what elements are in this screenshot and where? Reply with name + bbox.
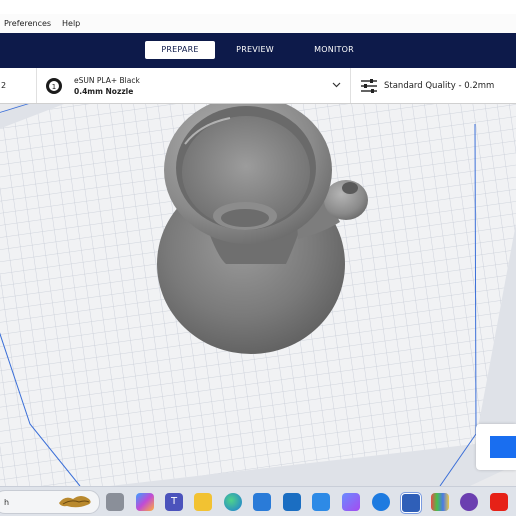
store-icon[interactable] bbox=[253, 493, 271, 511]
title-strip bbox=[0, 0, 516, 14]
purple-app-icon[interactable] bbox=[460, 493, 478, 511]
menu-help[interactable]: Help bbox=[62, 19, 80, 28]
tab-prepare[interactable]: PREPARE bbox=[145, 41, 215, 59]
sliders-icon bbox=[361, 79, 377, 93]
settings-bar: 2 1 eSUN PLA+ Black 0.4mm Nozzle Standar… bbox=[0, 68, 516, 104]
slice-button[interactable] bbox=[490, 436, 516, 458]
material-selector[interactable]: 1 eSUN PLA+ Black 0.4mm Nozzle bbox=[37, 68, 349, 103]
build-plate bbox=[0, 104, 516, 486]
stage-header: PREPARE PREVIEW MONITOR bbox=[0, 33, 516, 68]
app-icon[interactable] bbox=[342, 493, 360, 511]
action-panel bbox=[476, 424, 516, 470]
file-explorer-icon[interactable] bbox=[106, 493, 124, 511]
tab-monitor[interactable]: MONITOR bbox=[300, 41, 368, 59]
copilot-icon[interactable] bbox=[136, 493, 154, 511]
azure-data-studio-icon[interactable] bbox=[312, 493, 330, 511]
teams-icon[interactable]: T bbox=[165, 493, 183, 511]
color-app-icon[interactable] bbox=[431, 493, 449, 511]
mail-icon[interactable] bbox=[283, 493, 301, 511]
extruder-icon: 1 bbox=[46, 78, 62, 94]
quality-profile: Standard Quality - 0.2mm bbox=[384, 81, 495, 91]
youtube-icon[interactable] bbox=[490, 493, 508, 511]
taskbar-search-box[interactable]: h bbox=[0, 490, 100, 514]
windows-taskbar: h T bbox=[0, 486, 516, 516]
chevron-down-icon bbox=[332, 82, 341, 88]
print-settings-button[interactable]: Standard Quality - 0.2mm bbox=[351, 68, 516, 103]
search-highlight-icon bbox=[59, 496, 91, 508]
material-name: eSUN PLA+ Black bbox=[74, 76, 140, 85]
edge-icon[interactable] bbox=[224, 493, 242, 511]
teamviewer-icon[interactable] bbox=[372, 493, 390, 511]
printer-selector[interactable]: 2 bbox=[1, 81, 6, 90]
3d-viewport[interactable] bbox=[0, 104, 516, 486]
extruder-badge: 1 bbox=[52, 83, 56, 91]
menu-bar: Preferences Help bbox=[0, 14, 516, 34]
search-text: h bbox=[4, 498, 10, 507]
cura-window: Preferences Help PREPARE PREVIEW MONITOR… bbox=[0, 0, 516, 516]
cura-icon[interactable] bbox=[401, 493, 421, 513]
tab-preview[interactable]: PREVIEW bbox=[222, 41, 288, 59]
menu-preferences[interactable]: Preferences bbox=[4, 19, 51, 28]
folder-icon[interactable] bbox=[194, 493, 212, 511]
nozzle-size: 0.4mm Nozzle bbox=[74, 87, 134, 96]
